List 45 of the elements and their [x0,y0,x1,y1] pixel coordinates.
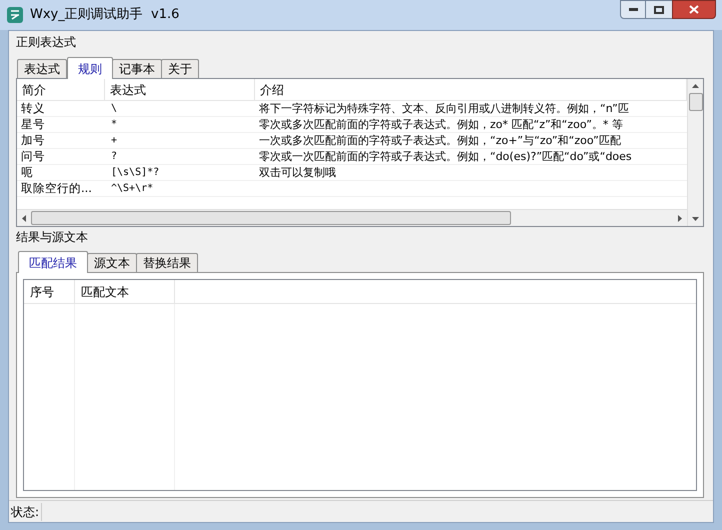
scroll-up-icon[interactable] [692,84,699,88]
table-cell: ? [111,150,118,163]
tab[interactable]: 规则 [67,57,113,79]
table-cell: 呃 [21,166,33,179]
maximize-button[interactable] [646,0,672,19]
vertical-scrollbar[interactable] [687,79,703,226]
table-cell: 零次或一次匹配前面的字符或子表达式。例如，“do(es)?”匹配“do”或“does [259,150,632,163]
table-cell: 星号 [21,118,45,131]
tab[interactable]: 关于 [161,59,199,78]
horizontal-scrollbar[interactable] [17,209,687,226]
restore-icon [654,6,664,14]
table-cell: 转义 [21,102,45,115]
tab[interactable]: 替换结果 [136,253,198,272]
table-cell: 取除空行的... [21,182,92,195]
column-header[interactable]: 序号 [24,280,75,303]
table-cell: 一次或多次匹配前面的字符或子表达式。例如，“zo+”与“zo”和“zoo”匹配 [259,134,621,147]
scroll-down-icon[interactable] [692,217,699,221]
table-cell: * [111,118,118,131]
table-cell: ^\S+\r* [111,182,154,195]
scroll-thumb[interactable] [688,93,702,111]
close-button[interactable] [672,0,716,19]
minimize-icon [628,8,638,11]
minimize-button[interactable] [620,0,646,19]
table-cell: 双击可以复制哦 [259,166,336,179]
column-header[interactable]: 匹配文本 [75,280,175,303]
scroll-left-icon[interactable] [22,214,26,222]
table-cell: \ [111,102,118,115]
tab[interactable]: 记事本 [112,59,162,78]
table-cell: 零次或多次匹配前面的字符或子表达式。例如，zo* 匹配“z”和“zoo”。* 等 [259,118,623,131]
tab[interactable]: 表达式 [17,59,67,78]
table-cell: 问号 [21,150,45,163]
table-cell: 将下一字符标记为特殊字符、文本、反向引用或八进制转义符。例如，“n”匹 [259,102,629,115]
status-label: 状态: [9,502,42,520]
scroll-thumb[interactable] [31,211,511,225]
group-title: 结果与源文本 [16,229,89,246]
scroll-right-icon[interactable] [678,214,682,222]
window-title: Wxy_正则调试助手 v1.6 [30,6,180,24]
table-cell: [\s\S]*? [111,166,160,179]
tab[interactable]: 源文本 [87,253,137,272]
table-cell: 加号 [21,134,45,147]
table-cell: + [111,134,118,147]
close-icon [689,5,699,14]
app-icon [6,6,24,24]
group-title: 正则表达式 [16,34,77,51]
tab[interactable]: 匹配结果 [18,251,88,273]
